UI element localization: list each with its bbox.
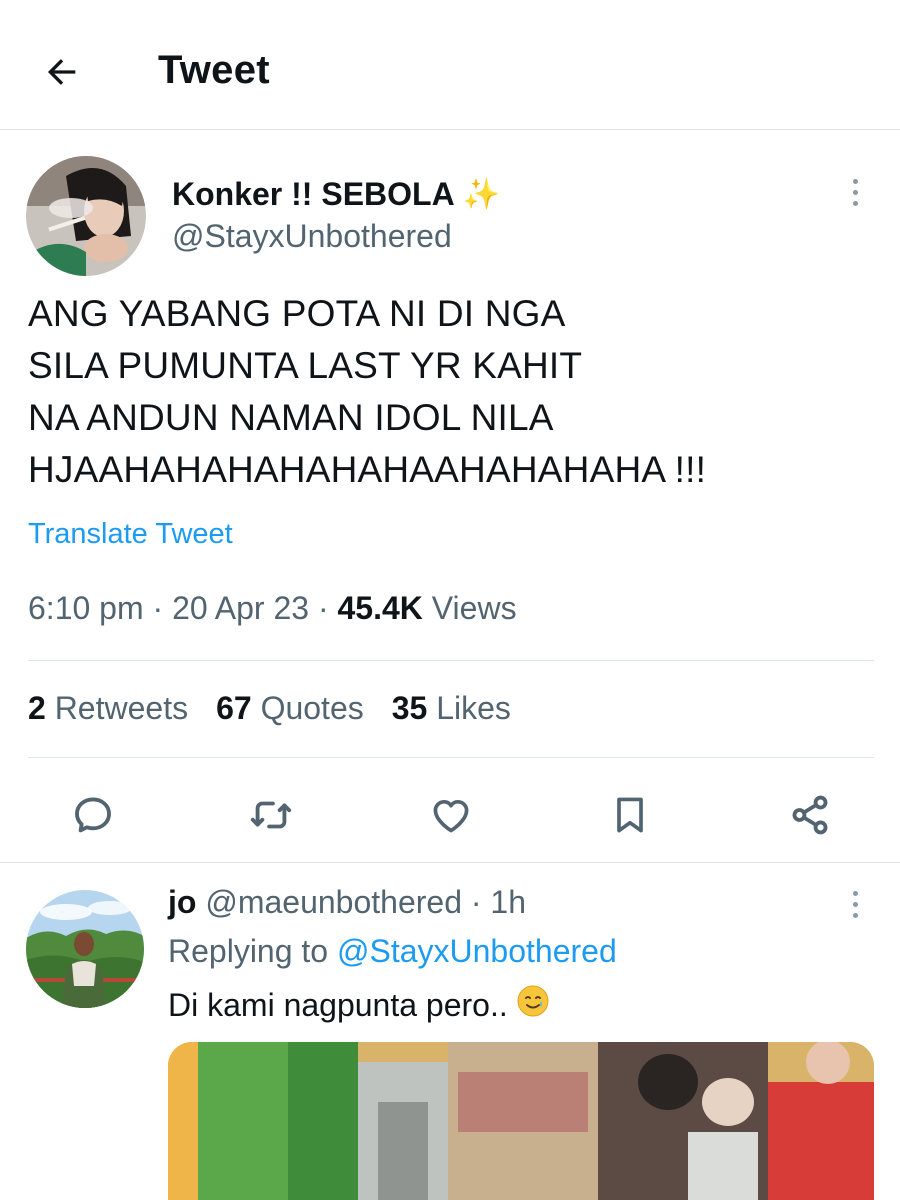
quotes-stat[interactable]: 67 Quotes xyxy=(216,690,364,727)
meta-separator: · xyxy=(317,590,338,626)
quotes-label: Quotes xyxy=(260,690,364,726)
reply-header: jo @maeunbothered · 1h xyxy=(168,884,526,921)
reply-media-image[interactable] xyxy=(168,1042,874,1200)
reply-icon[interactable] xyxy=(68,790,118,840)
translate-tweet-link[interactable]: Translate Tweet xyxy=(28,518,233,551)
views-count: 45.4K xyxy=(337,590,423,626)
back-arrow-icon[interactable] xyxy=(36,46,88,98)
retweets-label: Retweets xyxy=(54,690,189,726)
engagement-stats: 2 Retweets 67 Quotes 35 Likes xyxy=(28,690,511,727)
bookmark-icon[interactable] xyxy=(605,790,655,840)
divider xyxy=(28,757,874,758)
like-icon[interactable] xyxy=(426,790,476,840)
more-options-icon[interactable] xyxy=(840,172,870,212)
likes-stat[interactable]: 35 Likes xyxy=(392,690,511,727)
divider xyxy=(0,862,900,863)
divider xyxy=(28,660,874,661)
retweets-stat[interactable]: 2 Retweets xyxy=(28,690,188,727)
share-icon[interactable] xyxy=(785,790,835,840)
author-handle[interactable]: @StayxUnbothered xyxy=(172,218,452,255)
reply-age[interactable]: 1h xyxy=(490,884,526,920)
retweet-icon[interactable] xyxy=(246,790,296,840)
likes-label: Likes xyxy=(436,690,511,726)
sparkles-icon: ✨ xyxy=(462,178,501,211)
retweets-count: 2 xyxy=(28,690,46,726)
action-bar xyxy=(0,780,900,846)
views-label: Views xyxy=(431,590,517,626)
reply-author-name[interactable]: jo xyxy=(168,884,196,920)
tweet-time[interactable]: 6:10 pm xyxy=(28,590,144,626)
replying-to-mention[interactable]: @StayxUnbothered xyxy=(337,933,617,969)
reply-author-handle[interactable]: @maeunbothered xyxy=(205,884,462,920)
reply-author-avatar[interactable] xyxy=(26,890,144,1008)
meta-separator: · xyxy=(470,884,491,920)
quotes-count: 67 xyxy=(216,690,252,726)
reply-text-content: Di kami nagpunta pero.. xyxy=(168,986,508,1023)
tweet-text: ANG YABANG POTA NI DI NGA SILA PUMUNTA L… xyxy=(28,293,707,490)
replying-prefix: Replying to xyxy=(168,933,329,969)
likes-count: 35 xyxy=(391,690,428,726)
tweet-meta: 6:10 pm · 20 Apr 23 · 45.4K Views xyxy=(28,590,517,627)
replying-to-line: Replying to @StayxUnbothered xyxy=(168,933,617,970)
more-options-icon[interactable] xyxy=(840,884,870,924)
top-bar: Tweet xyxy=(0,0,900,130)
author-display-name[interactable]: Konker !! SEBOLA ✨ xyxy=(172,176,500,213)
tweet-date[interactable]: 20 Apr 23 xyxy=(172,590,309,626)
page-title: Tweet xyxy=(158,48,270,92)
smiling-face-with-tear-icon xyxy=(516,984,550,1026)
author-avatar[interactable] xyxy=(26,156,146,276)
author-name-text: Konker !! SEBOLA xyxy=(172,176,455,212)
reply-text: Di kami nagpunta pero.. xyxy=(168,984,550,1026)
meta-separator: · xyxy=(152,590,173,626)
